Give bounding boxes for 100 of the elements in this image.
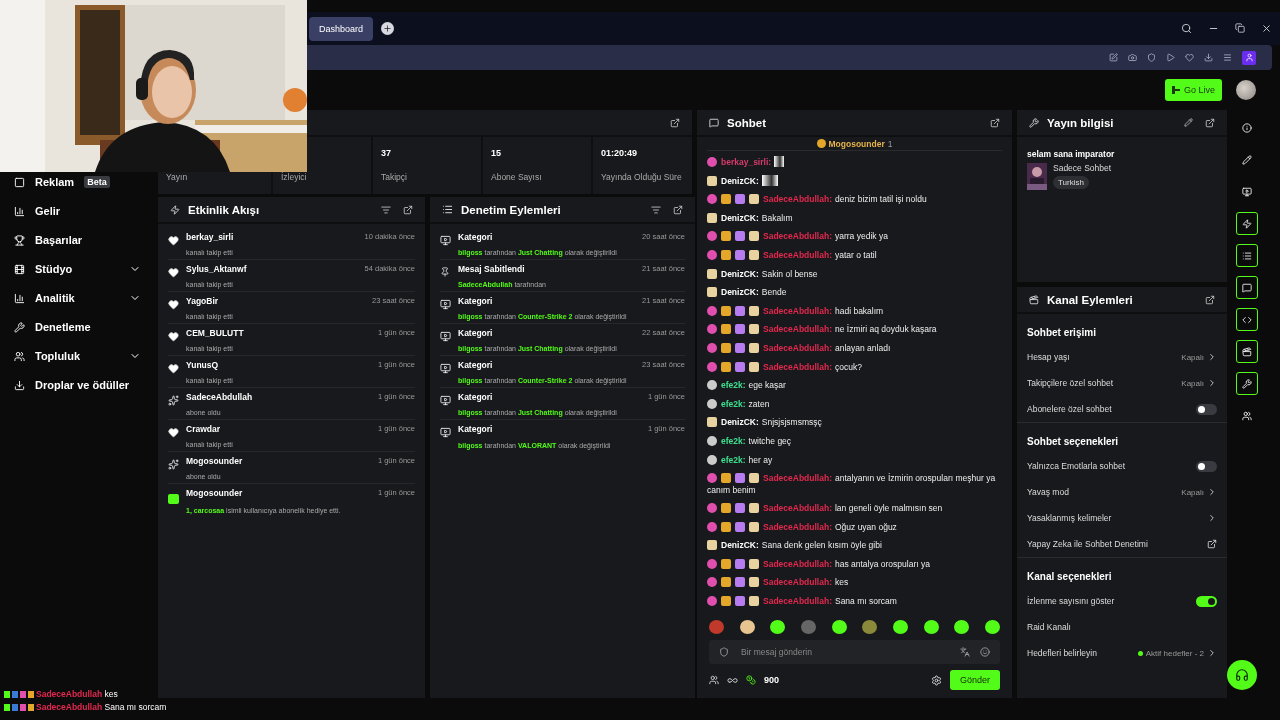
sidebar-item[interactable]: Stüdyo: [0, 259, 155, 279]
sidebar-item[interactable]: Gelir: [0, 201, 155, 221]
stat-label: Takipçi: [381, 172, 408, 182]
action-title: Kategori: [458, 328, 494, 338]
category-name[interactable]: Sadece Sohbet: [1053, 163, 1112, 173]
external-link-icon[interactable]: [1207, 539, 1217, 549]
stream-title: selam sana imparator: [1027, 149, 1116, 159]
popout-icon[interactable]: [673, 204, 683, 215]
stat-value: 15: [491, 148, 502, 158]
chat-message: DenizCK:: [707, 171, 1002, 191]
list-icon: [1242, 250, 1252, 261]
badge-icon: [721, 503, 731, 514]
sidebar-item[interactable]: Topluluk: [0, 346, 155, 366]
chevron-icon[interactable]: [1207, 513, 1217, 523]
message-field[interactable]: Bir mesaj gönderin: [739, 646, 950, 658]
emote-icon[interactable]: [984, 620, 1000, 634]
user-name: YunusQ: [186, 360, 220, 370]
filter-icon[interactable]: [651, 204, 661, 215]
download-icon[interactable]: [1204, 53, 1213, 62]
chat-message: DenizCK: Bakalım: [707, 208, 1002, 228]
heart-icon[interactable]: [1185, 53, 1194, 62]
stat-value: 01:20:49: [601, 148, 639, 158]
emote-icon[interactable]: [892, 620, 908, 634]
edit-icon[interactable]: [1109, 53, 1118, 62]
shield-icon[interactable]: [1147, 53, 1156, 62]
coin-icon: [746, 675, 756, 685]
logo: [1171, 86, 1180, 94]
sidebar-item[interactable]: Analitik: [0, 288, 155, 308]
badge-icon: [707, 342, 717, 353]
badge-icon: [707, 231, 717, 242]
wrench-icon: [14, 321, 25, 333]
badge-icon: [735, 558, 745, 569]
channel-button[interactable]: [1236, 340, 1258, 363]
code-icon: [1242, 314, 1252, 325]
pinned-user[interactable]: Mogosounder 1: [707, 139, 1002, 151]
badge-icon: [707, 194, 717, 205]
avatar[interactable]: [1236, 80, 1256, 100]
heart-icon: [168, 363, 179, 374]
chat-message: DenizCK: Sakin ol bense: [707, 264, 1002, 284]
sidebar-item[interactable]: Reklam Beta: [0, 172, 155, 192]
menu-icon[interactable]: [1223, 53, 1232, 62]
message-bar[interactable]: Bir mesaj gönderin: [709, 640, 1000, 664]
sidebar-item[interactable]: Başarılar: [0, 230, 155, 250]
screen-icon: [440, 235, 451, 246]
badge-icon: [749, 194, 759, 205]
channel-icon: [1242, 346, 1252, 357]
emote-icon[interactable]: [831, 620, 847, 634]
popout-icon[interactable]: [403, 204, 413, 215]
profile-button[interactable]: [1242, 50, 1256, 65]
settings-icon[interactable]: [930, 674, 942, 686]
toggle-switch[interactable]: [1196, 595, 1217, 607]
chat-message: efe2k: her ay: [707, 450, 1002, 470]
help-button[interactable]: [1227, 660, 1257, 690]
setting-label: Abonelere özel sohbet: [1027, 404, 1112, 414]
play-icon[interactable]: [1166, 53, 1175, 62]
popout-icon[interactable]: [670, 117, 680, 128]
popout-icon[interactable]: [1205, 294, 1215, 305]
chevron-icon[interactable]: [1207, 648, 1217, 658]
restore-icon[interactable]: [1235, 23, 1245, 33]
chevron-icon[interactable]: [1207, 378, 1217, 388]
pencil-icon[interactable]: [1184, 117, 1193, 127]
badge-icon: [749, 473, 759, 484]
go-live-button[interactable]: Go Live: [1164, 79, 1222, 101]
chevron-icon[interactable]: [1207, 487, 1217, 497]
wrench-button[interactable]: [1236, 372, 1258, 395]
shield-icon[interactable]: [719, 647, 729, 657]
toggle-switch[interactable]: [1196, 403, 1217, 415]
sparkle-icon: [168, 459, 179, 470]
emote-icon[interactable]: [954, 620, 970, 634]
sidebar-item[interactable]: Droplar ve ödüller: [0, 375, 155, 395]
chat-button[interactable]: [1236, 276, 1258, 299]
overlay-chat-line: SadeceAbdullah Sana mı sorcam: [36, 702, 167, 712]
list-button[interactable]: [1236, 244, 1258, 267]
badge-icon: [749, 596, 759, 607]
emoji-icon[interactable]: [980, 647, 990, 657]
emote-icon[interactable]: [770, 620, 786, 634]
popout-icon[interactable]: [990, 117, 1000, 128]
search-icon[interactable]: [1181, 23, 1192, 34]
section-title: Sohbet erişimi: [1027, 325, 1097, 340]
toggle-switch[interactable]: [1196, 460, 1217, 472]
new-tab-button[interactable]: [381, 22, 395, 35]
browser-tab[interactable]: Dashboard: [309, 16, 374, 41]
close-icon[interactable]: [1261, 23, 1272, 34]
bolt-button[interactable]: [1236, 212, 1258, 235]
language-tag[interactable]: Turkish: [1053, 176, 1089, 189]
people-icon[interactable]: [709, 675, 719, 685]
screen-icon: [440, 395, 451, 406]
chat-message: DenizCK: Sana denk gelen kısım öyle gibi: [707, 536, 1002, 555]
camera-icon[interactable]: [1128, 53, 1137, 62]
filter-icon[interactable]: [381, 204, 391, 215]
translate-icon[interactable]: [960, 647, 970, 657]
badge-icon: [735, 361, 745, 372]
popout-icon[interactable]: [1205, 117, 1215, 128]
sidebar-item[interactable]: Denetleme: [0, 317, 155, 337]
send-button[interactable]: Gönder: [949, 670, 1000, 690]
code-button[interactable]: [1236, 308, 1258, 331]
chat-message: SadeceAbdullah: has antalya orospuları ya: [707, 554, 1002, 574]
emote-icon[interactable]: [739, 620, 755, 634]
chevron-icon[interactable]: [1207, 352, 1217, 362]
emote-icon[interactable]: [923, 620, 939, 634]
